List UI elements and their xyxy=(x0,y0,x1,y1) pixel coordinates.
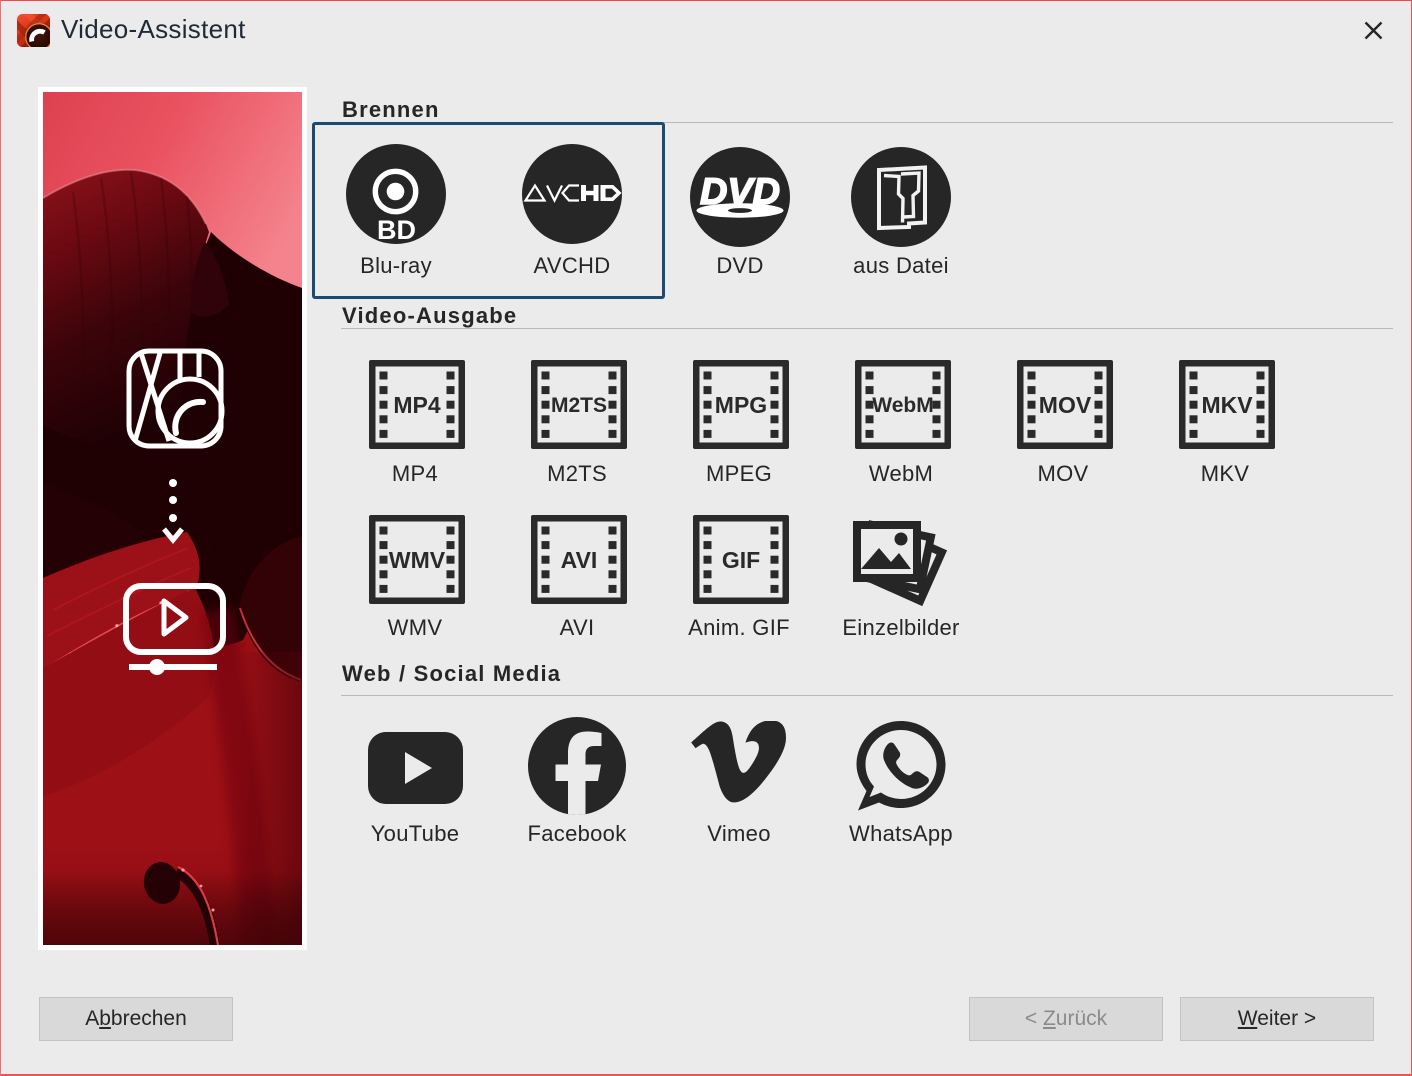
svg-text:AVI: AVI xyxy=(561,547,598,573)
svg-text:WMV: WMV xyxy=(389,547,446,573)
svg-text:BD: BD xyxy=(377,215,416,244)
svg-text:MKV: MKV xyxy=(1201,392,1253,418)
svg-text:M2TS: M2TS xyxy=(551,394,607,417)
svg-text:GIF: GIF xyxy=(722,547,760,573)
svg-text:MP4: MP4 xyxy=(393,392,441,418)
svg-text:MPG: MPG xyxy=(715,392,767,418)
svg-text:WebM: WebM xyxy=(872,394,933,417)
svg-text:MOV: MOV xyxy=(1039,392,1092,418)
